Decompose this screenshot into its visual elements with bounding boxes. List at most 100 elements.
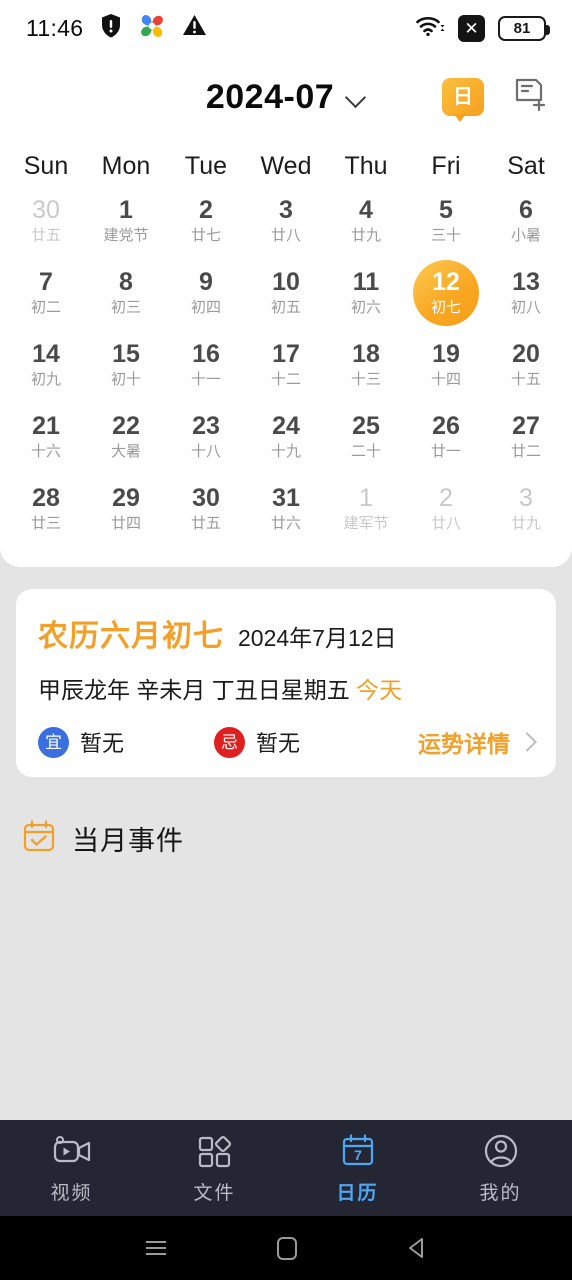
calendar-day[interactable]: 2 廿七 bbox=[166, 185, 246, 257]
calendar-day[interactable]: 10 初五 bbox=[246, 257, 326, 329]
yi-group: 宜 暂无 bbox=[38, 726, 124, 758]
status-time: 11:46 bbox=[26, 14, 84, 41]
day-number: 13 bbox=[512, 268, 540, 296]
day-bubble: 30 廿五 bbox=[13, 188, 79, 254]
android-navigation-bar bbox=[0, 1216, 572, 1280]
calendar-day[interactable]: 25 二十 bbox=[326, 401, 406, 473]
calendar-day[interactable]: 6 小暑 bbox=[486, 185, 566, 257]
day-bubble: 11 初六 bbox=[333, 260, 399, 326]
calendar-day[interactable]: 29 廿四 bbox=[86, 473, 166, 545]
calendar-day[interactable]: 22 大暑 bbox=[86, 401, 166, 473]
nav-item-label: 视频 bbox=[50, 1183, 93, 1204]
day-number: 28 bbox=[32, 484, 60, 512]
calendar-day[interactable]: 3 廿八 bbox=[246, 185, 326, 257]
recents-icon[interactable] bbox=[141, 1236, 171, 1260]
day-lunar-label: 初五 bbox=[270, 298, 301, 316]
calendar-day-selected[interactable]: 12 初七 bbox=[406, 257, 486, 329]
main-content: Sun Mon Tue Wed Thu Fri Sat 30 廿五 1 建党节 2 廿七 3 廿八 4 廿九 5… bbox=[0, 138, 572, 1120]
calendar-day[interactable]: 4 廿九 bbox=[326, 185, 406, 257]
calendar-day[interactable]: 7 初二 bbox=[6, 257, 86, 329]
weekday-header-row: Sun Mon Tue Wed Thu Fri Sat bbox=[6, 144, 566, 185]
fortune-details-label: 运势详情 bbox=[418, 731, 510, 757]
calendar-day[interactable]: 24 十九 bbox=[246, 401, 326, 473]
day-lunar-label: 初七 bbox=[430, 298, 461, 316]
chevron-down-icon[interactable] bbox=[346, 89, 366, 109]
yi-value: 暂无 bbox=[80, 731, 125, 756]
svg-text:7: 7 bbox=[354, 1147, 362, 1163]
nav-item-grid-files[interactable]: 文件 bbox=[143, 1131, 286, 1205]
nav-item-calendar[interactable]: 7 日历 bbox=[286, 1131, 429, 1205]
calendar-day[interactable]: 8 初三 bbox=[86, 257, 166, 329]
day-lunar-label: 十一 bbox=[190, 370, 221, 388]
calendar-day[interactable]: 30 廿五 bbox=[6, 185, 86, 257]
yi-badge: 宜 bbox=[38, 726, 69, 758]
day-lunar-label: 初二 bbox=[30, 298, 61, 316]
calendar-day[interactable]: 30 廿五 bbox=[166, 473, 246, 545]
calendar-day[interactable]: 21 十六 bbox=[6, 401, 86, 473]
calendar-day[interactable]: 20 十五 bbox=[486, 329, 566, 401]
weekday-label-fri: Fri bbox=[431, 152, 461, 180]
ji-badge: 忌 bbox=[214, 726, 246, 758]
calendar-day[interactable]: 18 十三 bbox=[326, 329, 406, 401]
day-lunar-label: 大暑 bbox=[110, 442, 141, 460]
calendar-day[interactable]: 9 初四 bbox=[166, 257, 246, 329]
day-bubble: 9 初四 bbox=[173, 260, 239, 326]
home-icon[interactable] bbox=[274, 1234, 300, 1262]
calendar-day[interactable]: 13 初八 bbox=[486, 257, 566, 329]
calendar-day[interactable]: 19 十四 bbox=[406, 329, 486, 401]
calendar-day[interactable]: 16 十一 bbox=[166, 329, 246, 401]
day-bubble: 8 初三 bbox=[93, 260, 159, 326]
calendar-day[interactable]: 26 廿一 bbox=[406, 401, 486, 473]
day-bubble: 29 廿四 bbox=[93, 476, 159, 542]
nav-item-user-profile[interactable]: 我的 bbox=[429, 1131, 572, 1205]
day-bubble: 4 廿九 bbox=[333, 188, 399, 254]
weekday-label-sun: Sun bbox=[23, 152, 69, 180]
day-bubble: 22 大暑 bbox=[93, 404, 159, 470]
day-bubble: 28 廿三 bbox=[13, 476, 79, 542]
calendar-day[interactable]: 5 三十 bbox=[406, 185, 486, 257]
day-bubble: 1 建军节 bbox=[333, 476, 399, 542]
day-bubble: 3 廿八 bbox=[253, 188, 319, 254]
day-lunar-label: 廿四 bbox=[110, 514, 141, 532]
day-bubble: 5 三十 bbox=[413, 188, 479, 254]
calendar-day[interactable]: 2 廿八 bbox=[406, 473, 486, 545]
page-title: 2024-07 bbox=[205, 77, 335, 116]
day-lunar-label: 初八 bbox=[510, 298, 541, 316]
user-profile-icon bbox=[482, 1131, 520, 1171]
calendar-day[interactable]: 15 初十 bbox=[86, 329, 166, 401]
day-bubble: 2 廿八 bbox=[413, 476, 479, 542]
weekday-label-wed: Wed bbox=[260, 152, 312, 180]
day-lunar-label: 初六 bbox=[350, 298, 381, 316]
calendar-day[interactable]: 1 建党节 bbox=[86, 185, 166, 257]
day-number: 11 bbox=[352, 268, 380, 296]
today-button[interactable]: 日 bbox=[442, 78, 484, 122]
calendar-day[interactable]: 31 廿六 bbox=[246, 473, 326, 545]
day-lunar-label: 廿五 bbox=[190, 514, 221, 532]
calendar-day[interactable]: 11 初六 bbox=[326, 257, 406, 329]
calendar-day[interactable]: 14 初九 bbox=[6, 329, 86, 401]
calendar-card: Sun Mon Tue Wed Thu Fri Sat 30 廿五 1 建党节 2 廿七 3 廿八 4 廿九 5… bbox=[0, 138, 572, 567]
calendar-days-grid: 30 廿五 1 建党节 2 廿七 3 廿八 4 廿九 5 三十 6 小暑 7 初二 8 初三 9 初四 10 初五 11 初六… bbox=[6, 185, 566, 545]
fortune-details-link[interactable]: 运势详情 bbox=[418, 725, 534, 759]
calendar-day[interactable]: 1 建军节 bbox=[326, 473, 406, 545]
day-bubble: 30 廿五 bbox=[173, 476, 239, 542]
ji-value: 暂无 bbox=[256, 731, 301, 756]
nav-item-video-camera[interactable]: 视频 bbox=[0, 1131, 143, 1205]
day-number: 15 bbox=[112, 340, 140, 368]
calendar-day[interactable]: 23 十八 bbox=[166, 401, 246, 473]
day-bubble: 25 二十 bbox=[333, 404, 399, 470]
calendar-day[interactable]: 27 廿二 bbox=[486, 401, 566, 473]
day-number: 22 bbox=[112, 412, 140, 440]
wifi-icon bbox=[415, 14, 445, 43]
day-detail-card[interactable]: 农历六月初七 2024年7月12日 甲辰龙年 辛未月 丁丑日星期五 今天 宜 暂… bbox=[16, 589, 556, 777]
back-icon[interactable] bbox=[403, 1235, 431, 1261]
day-lunar-label: 十三 bbox=[350, 370, 381, 388]
day-lunar-label: 廿一 bbox=[430, 442, 461, 460]
calendar-day[interactable]: 28 廿三 bbox=[6, 473, 86, 545]
add-note-icon[interactable] bbox=[510, 76, 548, 119]
day-lunar-label: 十四 bbox=[430, 370, 461, 388]
weekday-label-sat: Sat bbox=[507, 152, 545, 180]
calendar-day[interactable]: 3 廿九 bbox=[486, 473, 566, 545]
day-lunar-label: 小暑 bbox=[510, 226, 541, 244]
calendar-day[interactable]: 17 十二 bbox=[246, 329, 326, 401]
